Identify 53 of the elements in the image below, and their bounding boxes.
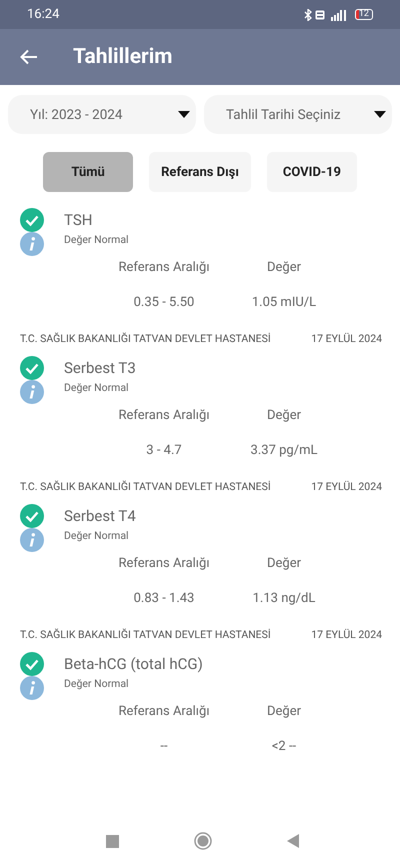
check-icon	[20, 652, 44, 676]
screen-title: Tahlillerim	[73, 45, 172, 69]
column-label: Referans Aralığı	[118, 704, 210, 719]
result-date: 17 EYLÜL 2024	[311, 332, 382, 346]
test-name: Serbest T3	[64, 359, 136, 377]
status-text: Değer Normal	[64, 676, 129, 690]
hospital-name: T.C. SAĞLIK BAKANLIĞI TATVAN DEVLET HASTANESİ	[20, 628, 271, 642]
volte-icon	[314, 10, 325, 20]
home-icon[interactable]	[194, 832, 212, 850]
bluetooth-icon	[304, 8, 312, 20]
reference-range: 0.35 - 5.50	[134, 295, 194, 310]
filter-tab[interactable]: COVID-19	[266, 152, 357, 192]
recents-icon[interactable]	[106, 834, 119, 848]
status-text: Değer Normal	[64, 380, 129, 394]
info-icon[interactable]	[20, 528, 44, 552]
status-text: Değer Normal	[64, 528, 129, 542]
info-icon[interactable]	[20, 676, 44, 700]
back-nav-icon[interactable]	[287, 834, 299, 848]
check-icon	[20, 356, 44, 380]
reference-range: 3 - 4.7	[146, 443, 182, 458]
result-date: 17 EYLÜL 2024	[311, 480, 382, 494]
result-value: 1.05 mIU/L	[252, 295, 316, 310]
test-name: Beta-hCG (total hCG)	[64, 655, 203, 673]
column-label: Referans Aralığı	[118, 408, 210, 423]
test-name: TSH	[64, 211, 92, 229]
column-label: Değer	[266, 260, 302, 275]
check-icon	[20, 504, 44, 528]
result-value: 1.13 ng/dL	[252, 591, 316, 606]
column-label: Referans Aralığı	[118, 260, 210, 275]
hospital-name: T.C. SAĞLIK BAKANLIĞI TATVAN DEVLET HASTANESİ	[20, 480, 271, 494]
dropdown[interactable]: Yıl: 2023 - 2024	[8, 95, 196, 134]
column-label: Değer	[266, 704, 302, 719]
hospital-name: T.C. SAĞLIK BAKANLIĞI TATVAN DEVLET HASTANESİ	[20, 332, 271, 346]
test-name: Serbest T4	[64, 507, 136, 525]
reference-range: 0.83 - 1.43	[134, 591, 194, 606]
result-value: 3.37 pg/mL	[250, 443, 318, 458]
filter-tab[interactable]: Tümü	[43, 152, 134, 192]
dropdown-arrow-icon	[178, 111, 190, 118]
dropdown-arrow-icon	[374, 111, 386, 118]
info-icon[interactable]	[20, 380, 44, 404]
status-text: Değer Normal	[64, 232, 129, 246]
dropdown[interactable]: Tahlil Tarihi Seçiniz	[204, 95, 392, 134]
result-value: <2 --	[272, 739, 296, 754]
info-icon[interactable]	[20, 232, 44, 256]
result-date: 17 EYLÜL 2024	[311, 628, 382, 642]
reference-range: --	[160, 739, 168, 754]
column-label: Değer	[266, 408, 302, 423]
clock-time: 16:24	[27, 7, 60, 22]
filter-tab[interactable]: Referans Dışı	[149, 152, 251, 192]
back-button[interactable]	[20, 49, 38, 65]
check-icon	[20, 208, 44, 232]
column-label: Değer	[266, 556, 302, 571]
column-label: Referans Aralığı	[118, 556, 210, 571]
